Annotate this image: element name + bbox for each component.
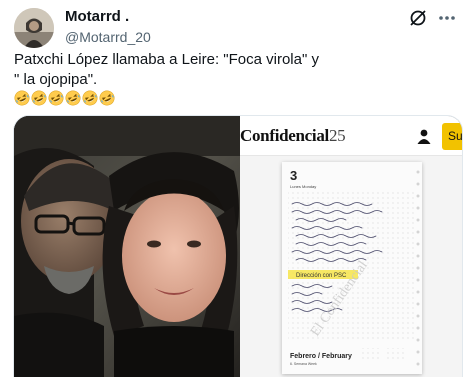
newspaper-logo: Confidencial25 <box>240 126 346 146</box>
newspaper-header: Confidencial25 Sus <box>240 116 462 156</box>
tweet-media[interactable]: Confidencial25 Sus <box>13 115 463 377</box>
selfie-photo[interactable] <box>14 116 240 377</box>
user-icon[interactable] <box>416 128 432 144</box>
tweet-text-line-1: Patxchi López llamaba a Leire: "Foca vir… <box>14 51 319 68</box>
agenda-page: Dirección con PSC 3 Lunes Monday El Conf… <box>282 162 422 374</box>
agenda-day-number: 3 <box>290 168 297 183</box>
newspaper-logo-text: Confidencial <box>240 126 329 145</box>
agenda-footer-week: 6. Semana Week <box>290 362 317 366</box>
subscribe-button[interactable]: Sus <box>442 123 462 150</box>
display-name[interactable]: Motarrd . <box>65 8 129 26</box>
grok-icon[interactable] <box>408 8 428 28</box>
agenda-footer-month: Febrero / February <box>290 353 352 360</box>
tweet: Motarrd . @Motarrd_20 Patxchi López llam… <box>0 0 471 377</box>
newspaper-logo-number: 25 <box>328 126 346 145</box>
rolling-on-floor-laughing-emoji <box>82 90 98 106</box>
user-handle[interactable]: @Motarrd_20 <box>65 28 151 46</box>
avatar[interactable] <box>14 8 54 48</box>
agenda-highlighted-note: Dirección con PSC <box>296 273 347 279</box>
agenda-day-name: Lunes Monday <box>290 184 316 189</box>
rolling-on-floor-laughing-emoji <box>99 90 115 106</box>
rolling-on-floor-laughing-emoji <box>65 90 81 106</box>
tweet-text-line-2: " la ojopipa". <box>14 71 98 88</box>
more-options-icon[interactable] <box>436 8 458 28</box>
tweet-text: Patxchi López llamaba a Leire: "Foca vir… <box>14 50 454 90</box>
rolling-on-floor-laughing-emoji <box>14 90 30 106</box>
emoji-row <box>14 90 115 106</box>
newspaper-screenshot[interactable]: Confidencial25 Sus <box>240 116 462 377</box>
rolling-on-floor-laughing-emoji <box>48 90 64 106</box>
rolling-on-floor-laughing-emoji <box>31 90 47 106</box>
